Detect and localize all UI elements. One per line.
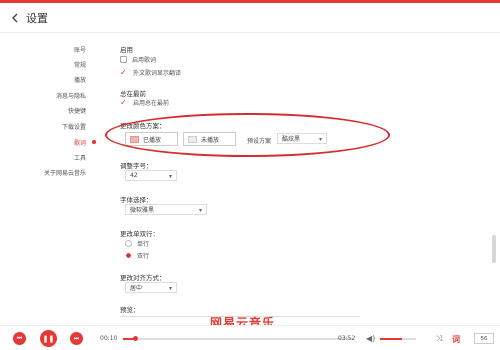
volume-track[interactable] [380,338,416,340]
section-align-title: 更改对齐方式： [120,274,166,282]
preview-lyric-text: 网易云音乐 [210,316,276,325]
progress-knob[interactable] [132,336,138,341]
check-icon[interactable]: ✓ [120,98,128,107]
sidebar-item-lyrics[interactable]: 歌词 [74,138,86,147]
playlist-button[interactable]: 56 [474,333,494,344]
next-button[interactable]: ⏭ [70,332,83,345]
single-line-option[interactable]: 单行 [125,239,149,248]
chevron-down-icon: ▾ [168,173,172,180]
scrollbar-thumb[interactable] [492,235,496,263]
check-icon[interactable]: ✓ [120,68,128,77]
font-select[interactable]: 微软雅黑 ▾ [125,204,207,215]
played-color-button[interactable]: 已播放 [125,132,178,146]
preset-value: 酷炫黑 [282,136,301,143]
volume-fill [380,338,402,340]
enable-lyrics-option[interactable]: 启用歌词 [120,55,156,64]
played-color-label: 已播放 [143,136,162,144]
section-ontop-title: 总在最前 [120,90,146,98]
sidebar-item-account[interactable]: 账号 [74,45,86,54]
section-lines-title: 更改单双行： [120,230,159,238]
pause-button[interactable]: ❚❚ [40,330,57,347]
radio-button[interactable] [125,240,132,247]
section-color-title: 更改颜色方案： [120,122,166,130]
chevron-down-icon: ▾ [168,285,172,292]
color-swatch [130,135,139,143]
sidebar-item-general[interactable]: 常规 [74,60,86,69]
section-enable-title: 启用 [120,46,133,54]
prev-button[interactable]: ⏮ [13,332,26,345]
shuffle-icon[interactable]: ⤨ [436,334,442,344]
next-icon: ⏭ [73,334,80,342]
align-value: 居中 [130,285,143,292]
unplayed-color-button[interactable]: 未播放 [183,132,236,146]
sidebar-item-playback[interactable]: 播放 [74,75,86,84]
settings-header: 设置 [0,3,500,33]
volume-icon[interactable]: ◀) [366,334,375,343]
ontop-option[interactable]: ✓ 启用总在最前 [120,98,169,107]
fontsize-value: 42 [130,172,138,179]
prev-icon: ⏮ [16,334,23,342]
translation-label: 外文歌词显示翻译 [133,70,182,77]
section-fontsize-title: 调整字号： [120,162,153,170]
fontsize-select[interactable]: 42 ▾ [125,170,177,181]
active-indicator-dot [92,140,96,144]
font-value: 微软雅黑 [130,207,155,214]
section-font-title: 字体选择： [120,196,153,204]
current-time: 00:10 [100,335,118,342]
preset-label: 预设方案 [247,138,272,145]
progress-track[interactable] [123,336,353,341]
total-time: 03:52 [338,335,356,342]
sidebar-item-download[interactable]: 下载设置 [62,122,86,131]
color-swatch [188,135,197,143]
sidebar-item-about[interactable]: 关于网易云音乐 [44,168,86,177]
chevron-left-icon[interactable] [4,7,26,29]
chevron-down-icon: ▾ [318,136,322,143]
chevron-down-icon: ▾ [198,207,202,214]
ontop-label: 启用总在最前 [133,100,170,107]
lyrics-toggle-icon[interactable]: 词 [452,334,460,345]
double-line-option[interactable]: 双行 [125,251,149,260]
checkbox[interactable] [120,56,127,63]
playlist-count: 56 [480,335,488,342]
page-title: 设置 [26,11,48,25]
sidebar-item-tools[interactable]: 工具 [74,153,86,162]
preset-select[interactable]: 酷炫黑 ▾ [277,133,327,144]
sidebar-item-shortcuts[interactable]: 快捷键 [68,106,86,115]
radio-button-selected[interactable] [125,252,132,259]
scrollbar[interactable] [491,40,497,325]
section-preview-title: 预览： [120,306,140,314]
align-select[interactable]: 居中 ▾ [125,282,177,293]
double-line-label: 双行 [137,253,150,260]
lyrics-settings-panel: 启用 启用歌词 ✓ 外文歌词显示翻译 总在最前 ✓ 启用总在最前 更改颜色方案：… [120,40,480,325]
enable-lyrics-label: 启用歌词 [132,57,157,64]
translation-option[interactable]: ✓ 外文歌词显示翻译 [120,68,181,77]
player-bar: ⏮ ❚❚ ⏭ 00:10 03:52 ◀) ⤨ 词 56 [0,325,500,350]
pause-icon: ❚❚ [42,334,55,343]
sidebar-item-privacy[interactable]: 消息与隐私 [56,91,86,100]
single-line-label: 单行 [137,241,150,248]
unplayed-color-label: 未播放 [201,136,220,144]
